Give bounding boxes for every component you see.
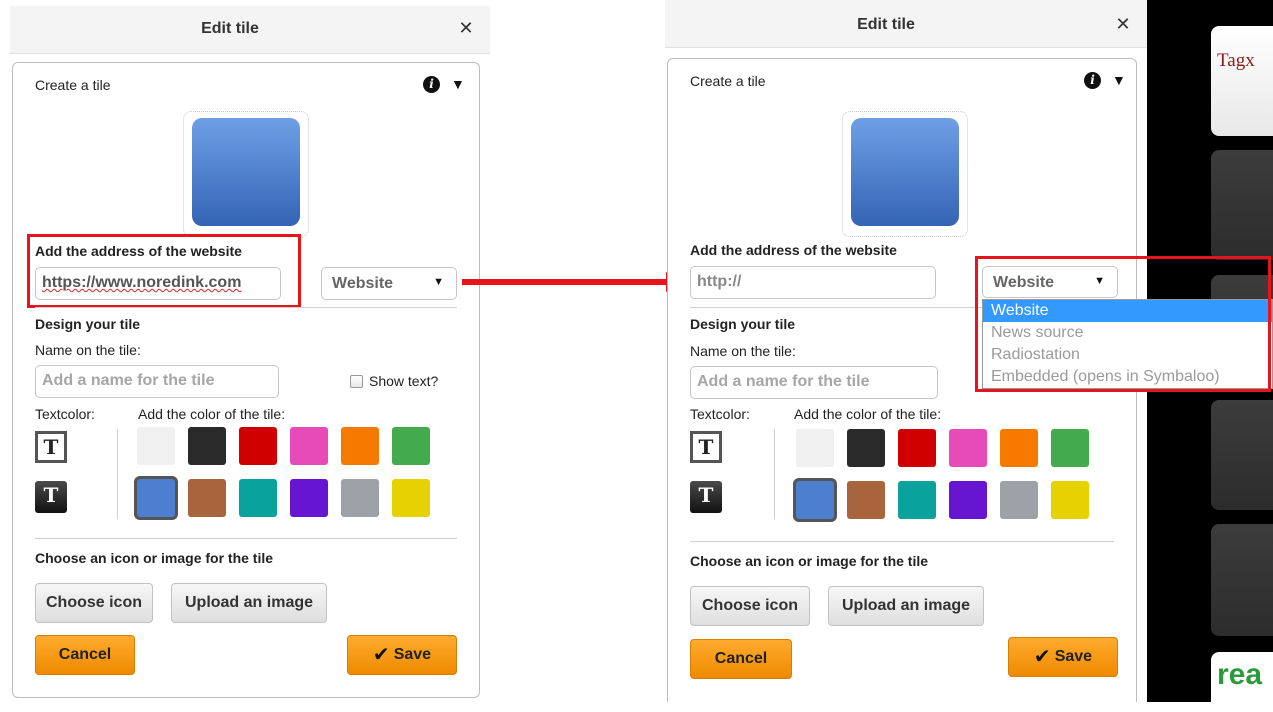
- tile-color-label: Add the color of the tile:: [794, 406, 942, 422]
- design-label: Design your tile: [690, 316, 796, 332]
- tile-color-swatch-green[interactable]: [392, 427, 430, 465]
- choose-icon-button[interactable]: Choose icon: [35, 583, 153, 623]
- save-label: Save: [1054, 648, 1093, 665]
- save-label: Save: [393, 646, 432, 663]
- tile-type-select-value: Website: [332, 275, 394, 292]
- icon-section-label: Choose an icon or image for the tile: [35, 550, 274, 566]
- tile-color-swatch-yellow[interactable]: [1051, 481, 1089, 519]
- tile-color-swatch-teal[interactable]: [239, 479, 277, 517]
- collapse-triangle-icon[interactable]: ▼: [1112, 72, 1126, 89]
- background-tile[interactable]: [1211, 524, 1273, 636]
- dialog-body: Create a tile i ▼ Add the address of the…: [12, 62, 480, 698]
- tile-color-swatch-blue[interactable]: [796, 481, 834, 519]
- tile-color-swatch-white[interactable]: [796, 429, 834, 467]
- tile-color-swatch-red[interactable]: [239, 427, 277, 465]
- tile-color-swatch-purple[interactable]: [290, 479, 328, 517]
- light-text-option[interactable]: T: [35, 481, 67, 513]
- checkmark-icon: ✔: [1033, 646, 1051, 668]
- icon-section-label: Choose an icon or image for the tile: [690, 553, 929, 569]
- tile-color-swatch-pink[interactable]: [290, 427, 328, 465]
- cancel-button[interactable]: Cancel: [690, 639, 792, 679]
- light-text-option[interactable]: T: [690, 481, 722, 513]
- tile-color-swatch-brown[interactable]: [188, 479, 226, 517]
- address-label: Add the address of the website: [690, 242, 897, 258]
- tile-color-swatch-gray[interactable]: [1000, 481, 1038, 519]
- info-icon[interactable]: i: [1084, 72, 1101, 89]
- tile-color-swatch-teal[interactable]: [898, 481, 936, 519]
- tile-preview: [842, 111, 968, 237]
- save-button[interactable]: ✔ Save: [347, 635, 457, 675]
- divider: [774, 429, 775, 519]
- name-label: Name on the tile:: [690, 343, 796, 359]
- close-icon[interactable]: ✕: [456, 18, 476, 38]
- tile-color-swatch-green[interactable]: [1051, 429, 1089, 467]
- upload-image-button[interactable]: Upload an image: [828, 586, 984, 626]
- dialog-title: Edit tile: [857, 16, 915, 33]
- tile-name-input[interactable]: Add a name for the tile: [690, 366, 938, 399]
- divider: [690, 541, 1114, 542]
- dialog-header: Edit tile ✕: [665, 0, 1147, 48]
- tile-color-label: Add the color of the tile:: [138, 406, 286, 422]
- divider: [35, 538, 457, 539]
- tile-color-swatch-orange[interactable]: [341, 427, 379, 465]
- tile-color-swatch-red[interactable]: [898, 429, 936, 467]
- textcolor-label: Textcolor:: [690, 406, 750, 422]
- dark-text-option[interactable]: T: [35, 431, 67, 463]
- tile-color-swatch-orange[interactable]: [1000, 429, 1038, 467]
- edit-tile-dialog-before: Edit tile ✕ Create a tile i ▼ Add the ad…: [0, 0, 490, 702]
- tile-color-swatch-brown[interactable]: [847, 481, 885, 519]
- background-tile[interactable]: [1211, 400, 1273, 510]
- tile-preview-swatch: [192, 118, 300, 226]
- divider: [35, 307, 457, 308]
- tile-color-swatch-pink[interactable]: [949, 429, 987, 467]
- info-icon[interactable]: i: [423, 76, 440, 93]
- tile-type-select[interactable]: Website ▼: [321, 267, 457, 300]
- collapse-triangle-icon[interactable]: ▼: [451, 76, 465, 93]
- tile-color-swatch-yellow[interactable]: [392, 479, 430, 517]
- annotation-highlight-box: [27, 234, 301, 308]
- create-tile-label: Create a tile: [690, 73, 766, 89]
- name-label: Name on the tile:: [35, 342, 141, 358]
- annotation-highlight-box: [975, 256, 1271, 392]
- show-text-checkbox[interactable]: [350, 375, 363, 388]
- checkmark-icon: ✔: [372, 644, 390, 666]
- show-text-label: Show text?: [369, 373, 439, 389]
- dark-text-option[interactable]: T: [690, 431, 722, 463]
- background-tile[interactable]: Tagx: [1211, 26, 1273, 136]
- tile-color-swatch-white[interactable]: [137, 427, 175, 465]
- upload-image-button[interactable]: Upload an image: [171, 583, 327, 623]
- dialog-title: Edit tile: [201, 20, 259, 37]
- tile-color-swatch-black[interactable]: [188, 427, 226, 465]
- cancel-button[interactable]: Cancel: [35, 635, 135, 675]
- dialog-header: Edit tile ✕: [10, 6, 490, 54]
- textcolor-label: Textcolor:: [35, 406, 95, 422]
- design-label: Design your tile: [35, 316, 141, 332]
- tile-color-swatch-purple[interactable]: [949, 481, 987, 519]
- create-tile-label: Create a tile: [35, 77, 111, 93]
- close-icon[interactable]: ✕: [1113, 14, 1133, 34]
- tile-name-input[interactable]: Add a name for the tile: [35, 365, 279, 398]
- url-input[interactable]: http://: [690, 266, 936, 299]
- chevron-down-icon: ▼: [433, 276, 444, 288]
- choose-icon-button[interactable]: Choose icon: [690, 586, 810, 626]
- background-tile[interactable]: [1211, 150, 1273, 260]
- tile-preview: [183, 111, 309, 237]
- save-button[interactable]: ✔ Save: [1008, 637, 1118, 677]
- tile-preview-swatch: [851, 118, 959, 226]
- background-tile[interactable]: rea: [1211, 652, 1273, 712]
- tile-color-swatch-gray[interactable]: [341, 479, 379, 517]
- divider: [117, 429, 118, 519]
- tile-color-swatch-blue[interactable]: [137, 479, 175, 517]
- tile-color-swatch-black[interactable]: [847, 429, 885, 467]
